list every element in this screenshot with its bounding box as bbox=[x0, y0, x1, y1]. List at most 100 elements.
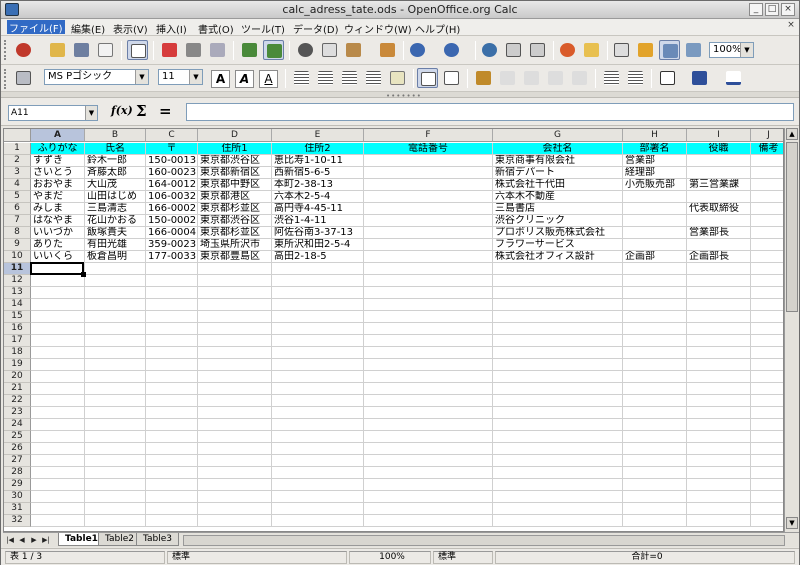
cell-d27[interactable] bbox=[198, 455, 272, 467]
cell-c17[interactable] bbox=[146, 335, 198, 347]
cell-f21[interactable] bbox=[364, 383, 493, 395]
cell-e13[interactable] bbox=[272, 287, 364, 299]
column-header-j[interactable]: J bbox=[751, 129, 783, 142]
column-header-f[interactable]: F bbox=[364, 129, 493, 142]
cell-j13[interactable] bbox=[751, 287, 783, 299]
toolbar-grip[interactable] bbox=[4, 69, 8, 89]
row-header-5[interactable]: 5 bbox=[4, 191, 31, 203]
next-sheet-icon[interactable]: ▶ bbox=[29, 535, 39, 546]
bold-button[interactable]: A bbox=[211, 70, 230, 88]
cell-h25[interactable] bbox=[623, 431, 687, 443]
sheet-tab-table3[interactable]: Table3 bbox=[136, 533, 179, 546]
export-pdf-icon[interactable] bbox=[159, 40, 180, 60]
cell-g23[interactable] bbox=[493, 407, 623, 419]
header-cell-g[interactable]: 会社名 bbox=[493, 143, 623, 155]
menu-data[interactable]: データ(D) bbox=[293, 21, 339, 36]
status-zoom[interactable]: 100% bbox=[349, 551, 431, 564]
prev-sheet-icon[interactable]: ◀ bbox=[17, 535, 27, 546]
cell-b4[interactable]: 大山茂 bbox=[85, 179, 146, 191]
menu-tools[interactable]: ツール(T) bbox=[241, 21, 285, 36]
cell-j7[interactable] bbox=[751, 215, 783, 227]
cell-d13[interactable] bbox=[198, 287, 272, 299]
cell-g4[interactable]: 株式会社千代田 bbox=[493, 179, 623, 191]
cell-d15[interactable] bbox=[198, 311, 272, 323]
cell-b11[interactable] bbox=[85, 263, 146, 275]
cell-c18[interactable] bbox=[146, 347, 198, 359]
edit-mode-icon[interactable] bbox=[127, 40, 148, 60]
row-header-27[interactable]: 27 bbox=[4, 455, 31, 467]
cell-b26[interactable] bbox=[85, 443, 146, 455]
cell-b5[interactable]: 山田はじめ bbox=[85, 191, 146, 203]
cell-h22[interactable] bbox=[623, 395, 687, 407]
cell-f28[interactable] bbox=[364, 467, 493, 479]
increase-indent-icon[interactable] bbox=[625, 68, 646, 88]
cell-c27[interactable] bbox=[146, 455, 198, 467]
header-cell-e[interactable]: 住所2 bbox=[272, 143, 364, 155]
cell-g22[interactable] bbox=[493, 395, 623, 407]
row-header-25[interactable]: 25 bbox=[4, 431, 31, 443]
cell-d30[interactable] bbox=[198, 491, 272, 503]
doc-close-icon[interactable]: × bbox=[784, 20, 798, 33]
cell-a14[interactable] bbox=[31, 299, 85, 311]
cell-h4[interactable]: 小売販売部 bbox=[623, 179, 687, 191]
cell-d29[interactable] bbox=[198, 479, 272, 491]
cell-c14[interactable] bbox=[146, 299, 198, 311]
header-cell-i[interactable]: 役職 bbox=[687, 143, 751, 155]
cell-b6[interactable]: 三島清志 bbox=[85, 203, 146, 215]
cell-d31[interactable] bbox=[198, 503, 272, 515]
cell-j10[interactable] bbox=[751, 251, 783, 263]
cell-j17[interactable] bbox=[751, 335, 783, 347]
cell-h6[interactable] bbox=[623, 203, 687, 215]
cell-g15[interactable] bbox=[493, 311, 623, 323]
cell-h17[interactable] bbox=[623, 335, 687, 347]
cell-i8[interactable]: 営業部長 bbox=[687, 227, 751, 239]
align-left-icon[interactable] bbox=[291, 68, 312, 88]
cell-i23[interactable] bbox=[687, 407, 751, 419]
cell-g11[interactable] bbox=[493, 263, 623, 275]
cell-i25[interactable] bbox=[687, 431, 751, 443]
cell-f8[interactable] bbox=[364, 227, 493, 239]
close-button[interactable]: × bbox=[781, 3, 795, 16]
cell-h9[interactable] bbox=[623, 239, 687, 251]
font-size-select[interactable]: 11 ▼ bbox=[158, 69, 203, 85]
cell-a26[interactable] bbox=[31, 443, 85, 455]
cell-c3[interactable]: 160-0023 bbox=[146, 167, 198, 179]
align-center-icon[interactable] bbox=[315, 68, 336, 88]
function-icon[interactable]: = bbox=[159, 102, 172, 120]
function-wizard-icon[interactable]: f(x) bbox=[111, 104, 133, 117]
vertical-scroll-thumb[interactable] bbox=[786, 142, 798, 312]
cell-j2[interactable] bbox=[751, 155, 783, 167]
print-icon[interactable] bbox=[183, 40, 204, 60]
cell-e7[interactable]: 渋谷1-4-11 bbox=[272, 215, 364, 227]
email-icon[interactable] bbox=[95, 40, 116, 60]
cell-h11[interactable] bbox=[623, 263, 687, 275]
cell-e26[interactable] bbox=[272, 443, 364, 455]
cell-e10[interactable]: 高田2-18-5 bbox=[272, 251, 364, 263]
row-header-22[interactable]: 22 bbox=[4, 395, 31, 407]
cell-b8[interactable]: 飯塚貴夫 bbox=[85, 227, 146, 239]
cell-j16[interactable] bbox=[751, 323, 783, 335]
borders-icon[interactable] bbox=[657, 68, 678, 88]
cell-j24[interactable] bbox=[751, 419, 783, 431]
cell-h26[interactable] bbox=[623, 443, 687, 455]
cell-j5[interactable] bbox=[751, 191, 783, 203]
header-cell-h[interactable]: 部署名 bbox=[623, 143, 687, 155]
cell-g16[interactable] bbox=[493, 323, 623, 335]
cell-j15[interactable] bbox=[751, 311, 783, 323]
cell-f20[interactable] bbox=[364, 371, 493, 383]
navigator-icon[interactable] bbox=[635, 40, 656, 60]
cell-g6[interactable]: 三島書店 bbox=[493, 203, 623, 215]
cell-b15[interactable] bbox=[85, 311, 146, 323]
cell-a8[interactable]: いいづか bbox=[31, 227, 85, 239]
cell-f30[interactable] bbox=[364, 491, 493, 503]
cell-e28[interactable] bbox=[272, 467, 364, 479]
cell-f24[interactable] bbox=[364, 419, 493, 431]
cell-d2[interactable]: 東京都渋谷区 bbox=[198, 155, 272, 167]
column-header-a[interactable]: A bbox=[31, 129, 85, 142]
cell-c12[interactable] bbox=[146, 275, 198, 287]
cell-g21[interactable] bbox=[493, 383, 623, 395]
cell-g25[interactable] bbox=[493, 431, 623, 443]
cell-c13[interactable] bbox=[146, 287, 198, 299]
cell-d19[interactable] bbox=[198, 359, 272, 371]
column-header-g[interactable]: G bbox=[493, 129, 623, 142]
